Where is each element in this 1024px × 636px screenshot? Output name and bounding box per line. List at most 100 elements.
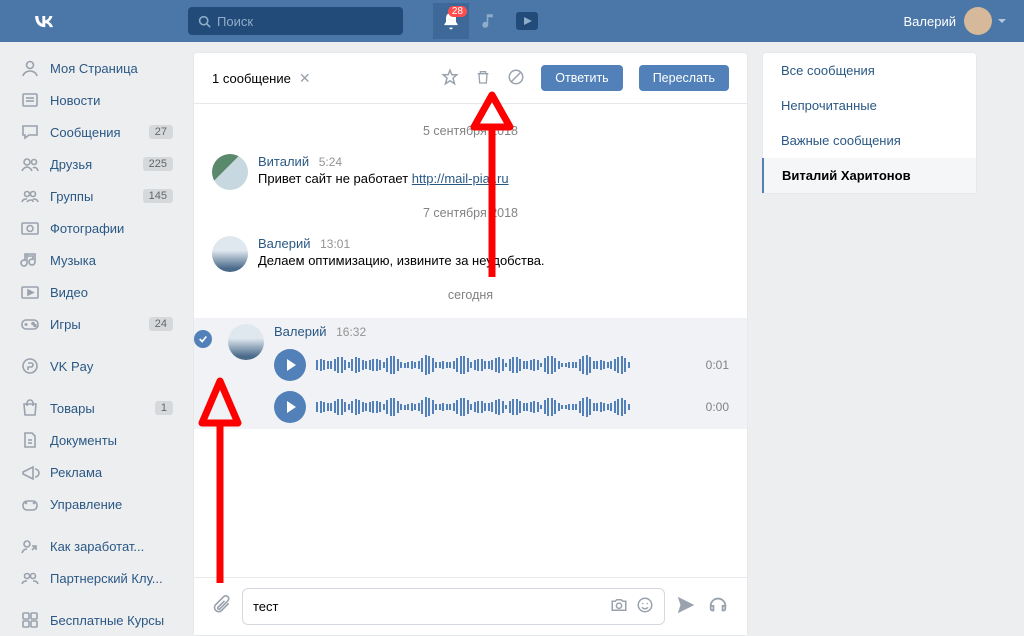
sidebar-item-partner[interactable]: Партнерский Клу... — [14, 562, 179, 594]
sidebar-item-music[interactable]: Музыка — [14, 244, 179, 276]
reply-button[interactable]: Ответить — [541, 65, 622, 91]
waveform[interactable] — [316, 393, 696, 421]
attach-icon[interactable] — [212, 595, 232, 618]
sidebar-item-label: Фотографии — [50, 221, 124, 236]
badge: 225 — [143, 157, 173, 171]
sidebar-item-photos[interactable]: Фотографии — [14, 212, 179, 244]
message-item[interactable]: Виталий 5:24 Привет сайт не работает htt… — [212, 148, 729, 196]
music-player-icon[interactable] — [471, 3, 507, 39]
message-item[interactable]: Валерий 13:01 Делаем оптимизацию, извини… — [212, 230, 729, 278]
sidebar-item-label: Музыка — [50, 253, 96, 268]
message-text: Делаем оптимизацию, извините за неудобст… — [258, 251, 729, 268]
sidebar-item-market[interactable]: Товары 1 — [14, 392, 179, 424]
voice-message[interactable]: 0:01 — [274, 349, 729, 381]
sidebar-item-label: VK Pay — [50, 359, 93, 374]
filter-all[interactable]: Все сообщения — [763, 53, 976, 88]
sidebar-item-messages[interactable]: Сообщения 27 — [14, 116, 179, 148]
play-icon — [287, 359, 296, 371]
sidebar-item-label: Документы — [50, 433, 117, 448]
conversations-filter: Все сообщения Непрочитанные Важные сообщ… — [762, 52, 977, 194]
sidebar-item-label: Сообщения — [50, 125, 121, 140]
forward-button[interactable]: Переслать — [639, 65, 729, 91]
voice-message[interactable]: 0:00 — [274, 391, 729, 423]
chevron-down-icon — [998, 19, 1006, 23]
video-play-icon[interactable] — [509, 3, 545, 39]
search-placeholder: Поиск — [217, 14, 253, 29]
sidebar-item-video[interactable]: Видео — [14, 276, 179, 308]
sidebar-item-label: Группы — [50, 189, 93, 204]
vk-logo[interactable] — [30, 7, 58, 35]
avatar — [964, 7, 992, 35]
date-separator: 5 сентября 2018 — [212, 114, 729, 148]
sidebar-item-label: Товары — [50, 401, 95, 416]
send-icon[interactable] — [675, 594, 697, 619]
sidebar-item-label: Моя Страница — [50, 61, 138, 76]
manage-icon — [20, 494, 40, 514]
sidebar-item-label: Видео — [50, 285, 88, 300]
badge: 24 — [149, 317, 173, 331]
selection-check-icon[interactable] — [194, 330, 212, 348]
message-author[interactable]: Валерий — [258, 236, 310, 251]
news-icon — [20, 90, 40, 110]
sidebar-item-label: Как заработат... — [50, 539, 144, 554]
messages-header: 1 сообщение ✕ Ответить Переслать — [194, 53, 747, 104]
block-icon[interactable] — [507, 68, 525, 89]
apps-icon — [20, 610, 40, 630]
sidebar-item-label: Новости — [50, 93, 100, 108]
avatar[interactable] — [212, 154, 248, 190]
sidebar-item-friends[interactable]: Друзья225 — [14, 148, 179, 180]
clear-selection-icon[interactable]: ✕ — [299, 70, 311, 87]
search-input[interactable]: Поиск — [188, 7, 403, 35]
trash-icon[interactable] — [475, 68, 491, 89]
messages-icon — [20, 122, 40, 142]
message-item-selected[interactable]: Валерий 16:32 0:01 0:00 — [194, 318, 747, 429]
badge: 1 — [155, 401, 173, 415]
message-author[interactable]: Валерий — [274, 324, 326, 339]
avatar[interactable] — [212, 236, 248, 272]
star-icon[interactable] — [441, 68, 459, 89]
games-icon — [20, 314, 40, 334]
search-icon — [198, 15, 211, 28]
sidebar-item-news[interactable]: Новости — [14, 84, 179, 116]
sidebar-item-label: Бесплатные Курсы — [50, 613, 164, 628]
sidebar-item-money[interactable]: Как заработат... — [14, 530, 179, 562]
filter-unread[interactable]: Непрочитанные — [763, 88, 976, 123]
voice-record-icon[interactable] — [707, 594, 729, 619]
avatar[interactable] — [228, 324, 264, 360]
music-icon — [20, 250, 40, 270]
play-button[interactable] — [274, 391, 306, 423]
sidebar-item-apps[interactable]: Бесплатные Курсы — [14, 604, 179, 636]
camera-icon[interactable] — [610, 596, 628, 617]
sidebar-item-ads[interactable]: Реклама — [14, 456, 179, 488]
user-menu[interactable]: Валерий — [896, 0, 1014, 42]
vkpay-icon — [20, 356, 40, 376]
messages-list[interactable]: 5 сентября 2018 Виталий 5:24 Привет сайт… — [194, 104, 747, 544]
message-author[interactable]: Виталий — [258, 154, 309, 169]
sidebar-item-manage[interactable]: Управление — [14, 488, 179, 520]
docs-icon — [20, 430, 40, 450]
badge: 145 — [143, 189, 173, 203]
sidebar-item-games[interactable]: Игры24 — [14, 308, 179, 340]
filter-important[interactable]: Важные сообщения — [763, 123, 976, 158]
emoji-icon[interactable] — [636, 596, 654, 617]
badge: 27 — [149, 125, 173, 139]
waveform[interactable] — [316, 351, 696, 379]
sidebar-item-docs[interactable]: Документы — [14, 424, 179, 456]
sidebar-item-vkpay[interactable]: VK Pay — [14, 350, 179, 382]
voice-duration: 0:01 — [706, 358, 729, 372]
play-button[interactable] — [274, 349, 306, 381]
notifications-icon[interactable]: 28 — [433, 3, 469, 39]
messages-panel: 1 сообщение ✕ Ответить Переслать 5 сентя… — [193, 52, 748, 636]
selection-count: 1 сообщение — [212, 71, 291, 86]
video-icon — [20, 282, 40, 302]
message-time: 16:32 — [336, 325, 366, 339]
link[interactable]: http://mail-piar.ru — [412, 171, 509, 186]
message-input[interactable] — [253, 599, 610, 614]
voice-duration: 0:00 — [706, 400, 729, 414]
notif-badge: 28 — [448, 6, 467, 17]
message-input-area — [194, 577, 747, 635]
filter-active-dialog[interactable]: Виталий Харитонов — [762, 158, 976, 193]
sidebar-item-groups[interactable]: Группы 145 — [14, 180, 179, 212]
date-separator: 7 сентября 2018 — [212, 196, 729, 230]
sidebar-item-profile[interactable]: Моя Страница — [14, 52, 179, 84]
